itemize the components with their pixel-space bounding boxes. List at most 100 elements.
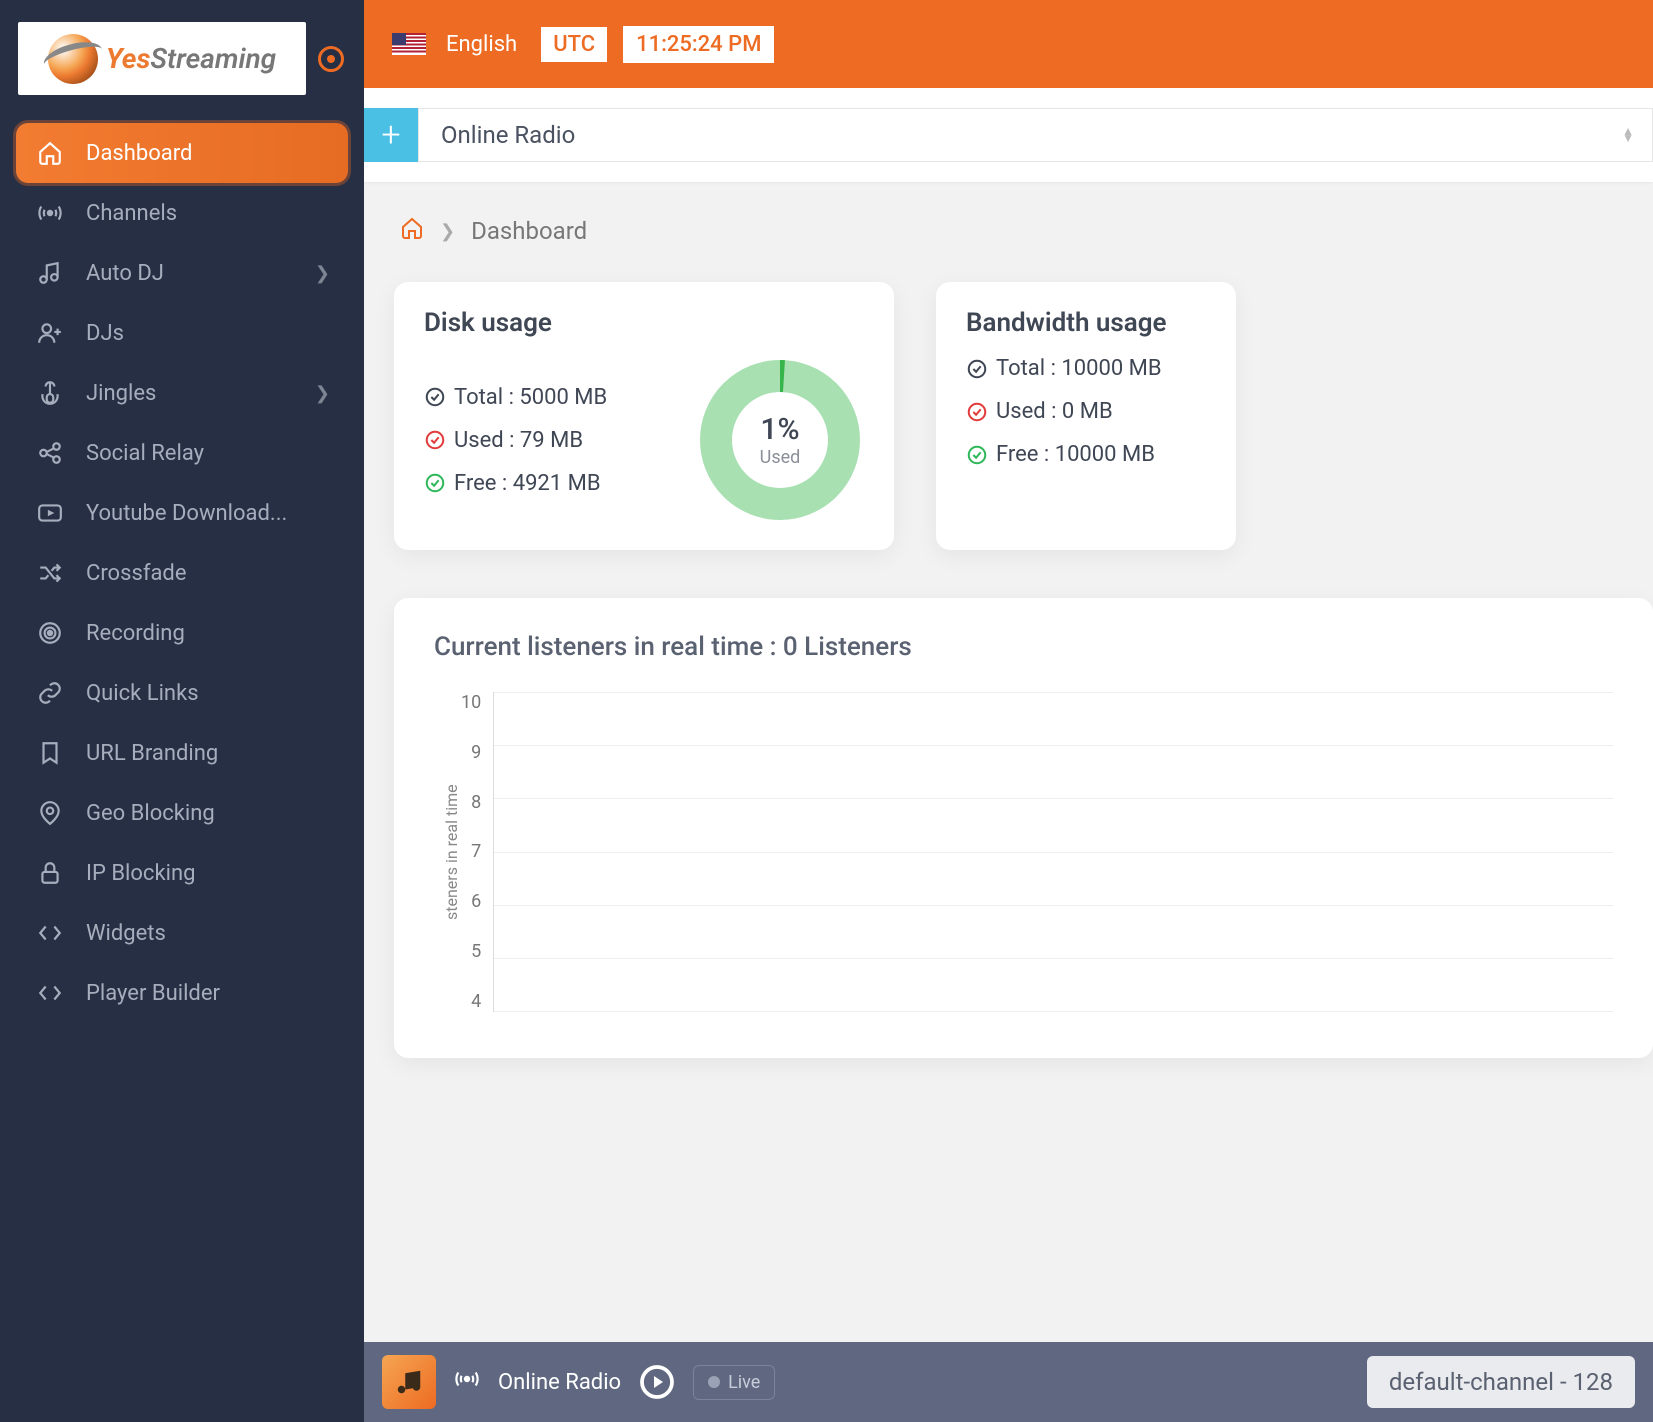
bandwidth-usage-card: Bandwidth usage Total : 10000 MB Used : … [936, 282, 1236, 550]
disk-title: Disk usage [424, 308, 864, 338]
check-icon [424, 429, 446, 451]
select-sort-icon: ▲▼ [1622, 128, 1634, 142]
sidebar-nav: Dashboard Channels Auto DJ ❯ DJs Jingles ❯ Soci… [0, 117, 364, 1029]
disk-pct-label: Used [760, 447, 801, 468]
sidebar-item-label: Geo Blocking [86, 801, 215, 826]
record-icon[interactable] [318, 46, 344, 72]
station-select-label: Online Radio [441, 121, 575, 149]
widgets-icon [36, 920, 64, 946]
sidebar-item-crossfade[interactable]: Crossfade [16, 543, 348, 603]
sidebar-item-label: Player Builder [86, 981, 220, 1006]
listeners-title: Current listeners in real time : 0 Liste… [434, 632, 1613, 662]
sidebar-item-ipblocking[interactable]: IP Blocking [16, 843, 348, 903]
content: ❯ Dashboard Disk usage Total : 5000 MB U… [364, 182, 1653, 1422]
listeners-card: Current listeners in real time : 0 Liste… [394, 598, 1653, 1058]
timezone-badge[interactable]: UTC [541, 27, 607, 62]
chevron-right-icon: ❯ [315, 383, 330, 404]
brand-text-1: Yes [106, 42, 151, 75]
sidebar: YesStreaming Dashboard Channels Auto DJ ❯ DJ… [0, 0, 364, 1422]
youtube-icon [36, 500, 64, 526]
broadcast-icon [454, 1366, 480, 1398]
brand-text-2: Streaming [150, 42, 276, 75]
recording-icon [36, 620, 64, 646]
sidebar-item-jingles[interactable]: Jingles ❯ [16, 363, 348, 423]
sidebar-item-label: URL Branding [86, 741, 218, 766]
quicklinks-icon [36, 680, 64, 706]
sidebar-item-label: Quick Links [86, 681, 199, 706]
add-station-button[interactable]: + [364, 108, 418, 162]
social-icon [36, 440, 64, 466]
bandwidth-title: Bandwidth usage [966, 308, 1206, 338]
player-bar: Online Radio Live default-channel - 128 [364, 1342, 1653, 1422]
sidebar-item-autodj[interactable]: Auto DJ ❯ [16, 243, 348, 303]
language-label[interactable]: English [446, 32, 517, 57]
chevron-right-icon: ❯ [315, 263, 330, 284]
djs-icon [36, 320, 64, 346]
ytick: 7 [471, 841, 481, 862]
channels-icon [36, 200, 64, 226]
breadcrumb-current: Dashboard [471, 217, 587, 245]
brand-icon [48, 34, 98, 84]
sidebar-item-label: Widgets [86, 921, 166, 946]
sidebar-item-playerbuilder[interactable]: Player Builder [16, 963, 348, 1023]
player-station: Online Radio [498, 1370, 621, 1395]
sidebar-item-label: Jingles [86, 381, 156, 406]
sidebar-item-geoblocking[interactable]: Geo Blocking [16, 783, 348, 843]
sidebar-item-djs[interactable]: DJs [16, 303, 348, 363]
sidebar-item-quicklinks[interactable]: Quick Links [16, 663, 348, 723]
sidebar-item-social[interactable]: Social Relay [16, 423, 348, 483]
sidebar-item-label: Dashboard [86, 141, 192, 166]
breadcrumb: ❯ Dashboard [400, 216, 1653, 246]
sidebar-item-urlbranding[interactable]: URL Branding [16, 723, 348, 783]
autodj-icon [36, 260, 64, 286]
usage-cards: Disk usage Total : 5000 MB Used : 79 MB … [394, 282, 1653, 550]
station-select[interactable]: Online Radio ▲▼ [418, 108, 1653, 162]
chart-yaxis: 10987654 [461, 692, 493, 1012]
bw-total: Total : 10000 MB [996, 356, 1162, 381]
bandwidth-usage-list: Total : 10000 MB Used : 0 MB Free : 1000… [966, 356, 1206, 467]
listeners-chart: steners in real time 10987654 [434, 692, 1613, 1012]
disk-pct: 1% [760, 412, 799, 447]
topbar: English UTC 11:25:24 PM [364, 0, 1653, 88]
ytick: 8 [471, 792, 481, 813]
dashboard-icon [36, 140, 64, 166]
sidebar-item-dashboard[interactable]: Dashboard [16, 123, 348, 183]
disk-usage-card: Disk usage Total : 5000 MB Used : 79 MB … [394, 282, 894, 550]
playerbuilder-icon [36, 980, 64, 1006]
chart-grid [493, 692, 1613, 1012]
brand-logo[interactable]: YesStreaming [18, 22, 306, 95]
check-icon [424, 472, 446, 494]
check-icon [966, 401, 988, 423]
disk-free: Free : 4921 MB [454, 471, 601, 496]
sidebar-item-recording[interactable]: Recording [16, 603, 348, 663]
disk-donut-chart: 1% Used [696, 356, 864, 524]
ytick: 4 [471, 991, 481, 1012]
play-button[interactable] [639, 1364, 675, 1400]
sidebar-item-label: Recording [86, 621, 185, 646]
sidebar-item-label: Crossfade [86, 561, 187, 586]
ytick: 10 [461, 692, 481, 713]
sidebar-item-label: IP Blocking [86, 861, 195, 886]
sidebar-item-channels[interactable]: Channels [16, 183, 348, 243]
bw-used: Used : 0 MB [996, 399, 1113, 424]
clock: 11:25:24 PM [623, 26, 774, 63]
chart-ylabel: steners in real time [434, 692, 461, 1012]
home-icon[interactable] [400, 216, 424, 246]
check-icon [966, 444, 988, 466]
flag-icon[interactable] [392, 33, 426, 55]
sidebar-item-label: Auto DJ [86, 261, 164, 286]
chevron-right-icon: ❯ [440, 221, 455, 242]
ytick: 5 [471, 941, 481, 962]
sidebar-item-widgets[interactable]: Widgets [16, 903, 348, 963]
sidebar-item-label: Social Relay [86, 441, 204, 466]
urlbranding-icon [36, 740, 64, 766]
geoblocking-icon [36, 800, 64, 826]
ytick: 6 [471, 891, 481, 912]
disk-usage-list: Total : 5000 MB Used : 79 MB Free : 4921… [424, 385, 607, 496]
live-dot-icon [708, 1376, 720, 1388]
live-badge[interactable]: Live [693, 1365, 775, 1400]
sidebar-item-youtube[interactable]: Youtube Download... [16, 483, 348, 543]
album-art-icon[interactable] [382, 1355, 436, 1409]
sidebar-item-label: Channels [86, 201, 177, 226]
channel-pill[interactable]: default-channel - 128 [1367, 1356, 1635, 1408]
